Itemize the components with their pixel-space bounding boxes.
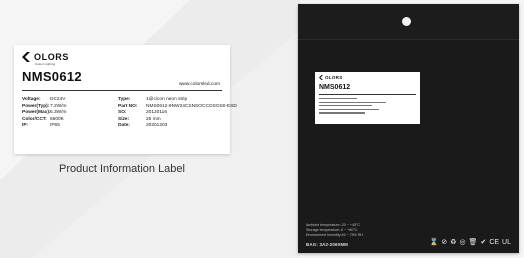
- spec-value: 20201203: [146, 123, 168, 129]
- brand-tagline: Colour Lighting: [35, 62, 56, 66]
- fine-print-line: [319, 112, 366, 114]
- spec-value: 6.3W/m: [50, 110, 67, 116]
- spec-value: 1@cicon neon strip: [146, 97, 188, 102]
- circle-mark-icon: ◎: [459, 239, 466, 246]
- hourglass-icon: ⌛: [429, 239, 439, 246]
- ul-mark-icon: UL: [502, 239, 511, 246]
- spec-row: Part NO: NMS0612-9NW24CSNSOCCOSOS0-ESD: [118, 104, 237, 111]
- fine-print-line: [319, 101, 387, 103]
- model-number: NMS0612: [22, 69, 82, 84]
- packaging-bag: OLORS NMS0612 Ambient temperature:-20 ~ …: [298, 4, 519, 253]
- spec-row: Size: 25 mm: [118, 117, 237, 124]
- waste-bin-icon: 🗑: [468, 239, 478, 246]
- bag-label-fine-print: [319, 98, 415, 116]
- recycle-icon: ♻: [450, 239, 457, 246]
- brand-logo: OLORS: [22, 52, 69, 62]
- spec-row: Power(Max): 6.3W/m: [22, 110, 67, 117]
- bag-label-divider: [319, 94, 416, 95]
- spec-column-left: Voltage: DC24V Power(Typ): 7.2W/m Power(Ma…: [22, 97, 67, 130]
- website-url: www.colorsled.com: [178, 82, 220, 87]
- label-caption: Product Information Label: [59, 163, 185, 175]
- spec-key: IP:: [22, 123, 29, 129]
- spec-row: SO: 20120116: [118, 110, 237, 117]
- spec-key: Date:: [118, 123, 130, 129]
- product-information-label: OLORS Colour Lighting NMS0612 www.colors…: [14, 45, 237, 154]
- brand-logo-icon: [22, 52, 30, 62]
- bag-product-label: OLORS NMS0612: [315, 72, 420, 124]
- spec-column-right: Type: 1@cicon neon strip Part NO: NMS0612-…: [118, 97, 237, 130]
- no-symbol-icon: ⊘: [441, 239, 448, 246]
- spec-key: Voltage:: [22, 97, 41, 102]
- certification-icons: ⌛ ⊘ ♻ ◎ 🗑 ✔ CE UL: [430, 239, 511, 247]
- spec-row: Date: 20201203: [118, 123, 237, 130]
- checkmark-icon: ✔: [480, 239, 487, 246]
- spec-value: 20120116: [146, 110, 167, 116]
- spec-row: IP: IP65: [22, 123, 67, 130]
- fine-print-line: [319, 98, 358, 100]
- ce-mark-icon: CE: [489, 239, 500, 246]
- bag-label-model: NMS0612: [319, 84, 351, 91]
- spec-key: Power(Max):: [22, 110, 51, 116]
- bag-label-logo-icon: [319, 75, 323, 80]
- label-divider: [22, 90, 222, 91]
- spec-key: SO:: [118, 110, 127, 116]
- bag-code: BAG: 3A2-2060MM: [306, 242, 349, 247]
- spec-value: IP65: [50, 123, 60, 129]
- spec-row: Type: 1@cicon neon strip: [118, 97, 237, 104]
- fine-print-line: [319, 108, 379, 110]
- bag-label-logo-text: OLORS: [325, 75, 343, 80]
- bag-environment-info: Ambient temperature:-20 ~ +45°C Storage …: [306, 223, 363, 238]
- fine-print-line: [319, 105, 372, 107]
- spec-key: Type:: [118, 97, 131, 102]
- spec-value: DC24V: [50, 97, 66, 102]
- hang-hole: [402, 17, 411, 26]
- bag-label-logo: OLORS: [319, 75, 343, 80]
- spec-row: Voltage: DC24V: [22, 97, 67, 104]
- brand-logo-text: OLORS: [34, 52, 70, 62]
- bag-info-line: Environment humidity:45 ~ 75% RH: [306, 233, 364, 237]
